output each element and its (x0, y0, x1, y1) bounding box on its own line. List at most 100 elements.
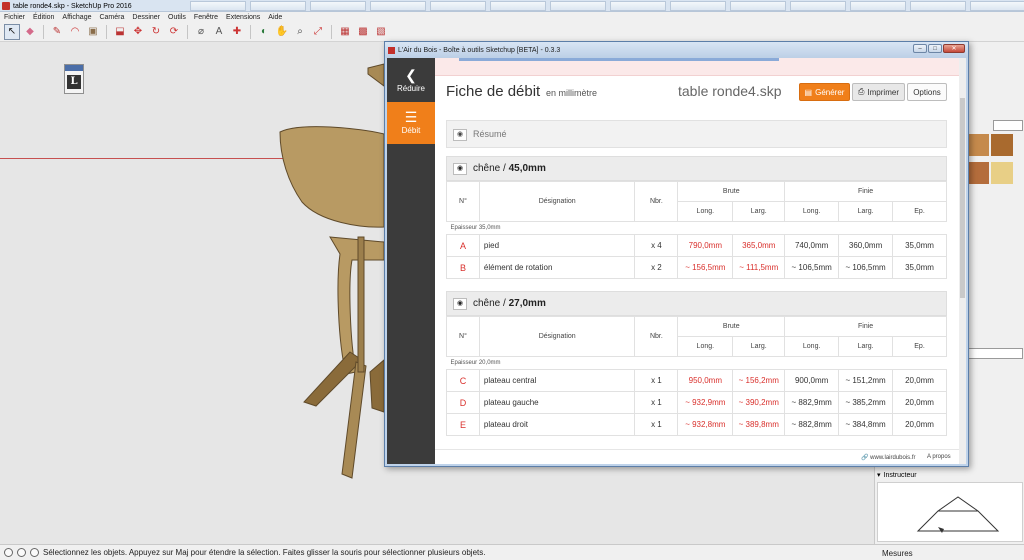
tray-dropdown[interactable] (967, 348, 1023, 359)
menu-edition[interactable]: Édition (29, 14, 58, 21)
tray-dropdown[interactable] (993, 120, 1023, 131)
taskbar-tab[interactable] (730, 1, 786, 11)
taskbar-tab[interactable] (430, 1, 486, 11)
pan-icon[interactable]: ✋ (274, 24, 290, 40)
page-title: Fiche de débit (446, 83, 541, 100)
eraser-icon[interactable]: ◆ (22, 24, 38, 40)
rotate-icon[interactable]: ↻ (148, 24, 164, 40)
tape-icon[interactable]: ⌀ (193, 24, 209, 40)
extension-icon[interactable]: ▩ (355, 24, 371, 40)
toolbar-separator (331, 24, 332, 39)
table-row[interactable]: C plateau central x 1 950,0mm ~ 156,2mm … (446, 369, 947, 392)
zoom-icon[interactable]: ⌕ (292, 24, 308, 40)
select-icon[interactable]: ↖ (4, 23, 20, 40)
instructor-header[interactable]: ▾ Instructeur (877, 470, 1023, 480)
material-group-header[interactable]: ◉ chêne / 45,0mm (446, 156, 947, 181)
material-swatch[interactable] (967, 162, 989, 184)
menu-outils[interactable]: Outils (164, 14, 190, 21)
cutting-table: N° Désignation Nbr. Brute Finie Long. La… (446, 316, 947, 436)
move-icon[interactable]: ✥ (130, 24, 146, 40)
menu-extensions[interactable]: Extensions (222, 14, 264, 21)
raw-length: ~ 156,5mm (677, 256, 734, 279)
menu-bar: Fichier Édition Affichage Caméra Dessine… (0, 12, 1024, 22)
push-pull-icon[interactable]: ⬓ (112, 24, 128, 40)
menu-fenetre[interactable]: Fenêtre (190, 14, 222, 21)
plugin-body: ❮ Réduire ☰ Débit Fiche de débit en mill… (387, 58, 966, 464)
sidebar-item-debit[interactable]: ☰ Débit (387, 102, 435, 144)
eye-icon[interactable]: ◉ (453, 129, 467, 141)
part-designation: plateau gauche (478, 391, 636, 414)
summary-section[interactable]: ◉ Résumé (446, 120, 947, 148)
menu-camera[interactable]: Caméra (95, 14, 128, 21)
credits-icon[interactable] (17, 548, 26, 557)
finished-length: 740,0mm (784, 234, 840, 257)
material-swatch[interactable] (967, 134, 989, 156)
table-icon: ▤ (804, 87, 813, 97)
axes-icon[interactable]: ✚ (229, 24, 245, 40)
table-row[interactable]: B élément de rotation x 2 ~ 156,5mm ~ 11… (446, 256, 947, 279)
taskbar-tab[interactable] (550, 1, 606, 11)
eye-icon[interactable]: ◉ (453, 163, 467, 175)
scrollbar-thumb[interactable] (960, 98, 965, 298)
taskbar-tab[interactable] (670, 1, 726, 11)
close-icon[interactable]: ✕ (943, 44, 965, 53)
taskbar-tab[interactable] (970, 1, 1024, 11)
website-link[interactable]: 🔗 www.lairdubois.fr (861, 454, 916, 461)
eye-icon[interactable]: ◉ (453, 298, 467, 310)
geolocation-icon[interactable] (4, 548, 13, 557)
minimize-icon[interactable]: – (913, 44, 927, 53)
link-icon: 🔗 (861, 455, 869, 461)
material-swatch[interactable] (991, 134, 1013, 156)
col-header-designation: Désignation (478, 181, 636, 222)
menu-aide[interactable]: Aide (264, 14, 286, 21)
pencil-icon[interactable]: ✎ (49, 24, 65, 40)
orbit-icon[interactable]: ◐ (256, 24, 272, 40)
taskbar-tab[interactable] (370, 1, 426, 11)
notice-text-selection (459, 58, 779, 61)
shape-icon[interactable]: ◠ (67, 24, 83, 40)
help-icon[interactable] (30, 548, 39, 557)
warehouse-icon[interactable]: ▦ (337, 24, 353, 40)
finished-width: ~ 151,2mm (838, 369, 894, 392)
toolbar-separator (250, 24, 251, 39)
table-leg-front (341, 361, 367, 479)
taskbar-tab[interactable] (310, 1, 366, 11)
menu-dessiner[interactable]: Dessiner (128, 14, 164, 21)
taskbar-tab[interactable] (490, 1, 546, 11)
raw-thickness-note: Epaisseur 20,0mm (446, 356, 947, 370)
part-designation: élément de rotation (478, 256, 636, 279)
paint-icon[interactable]: ▣ (85, 24, 101, 40)
plugin-scrollbar[interactable] (959, 58, 966, 464)
table-row[interactable]: A pied x 4 790,0mm 365,0mm 740,0mm 360,0… (446, 234, 947, 257)
taskbar-tab[interactable] (610, 1, 666, 11)
plugin-title: L'Air du Bois - Boîte à outils Sketchup … (398, 46, 561, 54)
table-row[interactable]: E plateau droit x 1 ~ 932,8mm ~ 389,8mm … (446, 413, 947, 436)
print-button[interactable]: ⎙ Imprimer (852, 83, 905, 101)
col-header-designation: Désignation (478, 316, 636, 357)
generate-button[interactable]: ▤ Générer (799, 83, 850, 101)
raw-width: ~ 156,2mm (732, 369, 786, 392)
part-id: E (446, 413, 480, 436)
offset-icon[interactable]: ⟳ (166, 24, 182, 40)
maximize-icon[interactable]: □ (928, 44, 942, 53)
taskbar-tab[interactable] (850, 1, 906, 11)
material-swatch[interactable] (991, 162, 1013, 184)
taskbar-tab[interactable] (910, 1, 966, 11)
finished-thickness: 20,0mm (892, 391, 947, 414)
plugin-title-bar[interactable]: L'Air du Bois - Boîte à outils Sketchup … (385, 42, 968, 58)
menu-fichier[interactable]: Fichier (0, 14, 29, 21)
zoom-extents-icon[interactable]: ⤢ (310, 24, 326, 40)
about-link[interactable]: A propos (927, 454, 951, 460)
finished-length: 900,0mm (784, 369, 840, 392)
text-icon[interactable]: A (211, 24, 227, 40)
options-button[interactable]: Options (907, 83, 947, 101)
part-designation: plateau central (478, 369, 636, 392)
menu-affichage[interactable]: Affichage (58, 14, 95, 21)
taskbar-tab[interactable] (790, 1, 846, 11)
sidebar-item-reduire[interactable]: ❮ Réduire (387, 60, 435, 102)
material-group-header[interactable]: ◉ chêne / 27,0mm (446, 291, 947, 316)
table-row[interactable]: D plateau gauche x 1 ~ 932,9mm ~ 390,2mm… (446, 391, 947, 414)
measurements-box[interactable]: Mesures (874, 544, 1024, 560)
component-icon[interactable]: ▧ (373, 24, 389, 40)
table-leaf-top (279, 126, 385, 228)
